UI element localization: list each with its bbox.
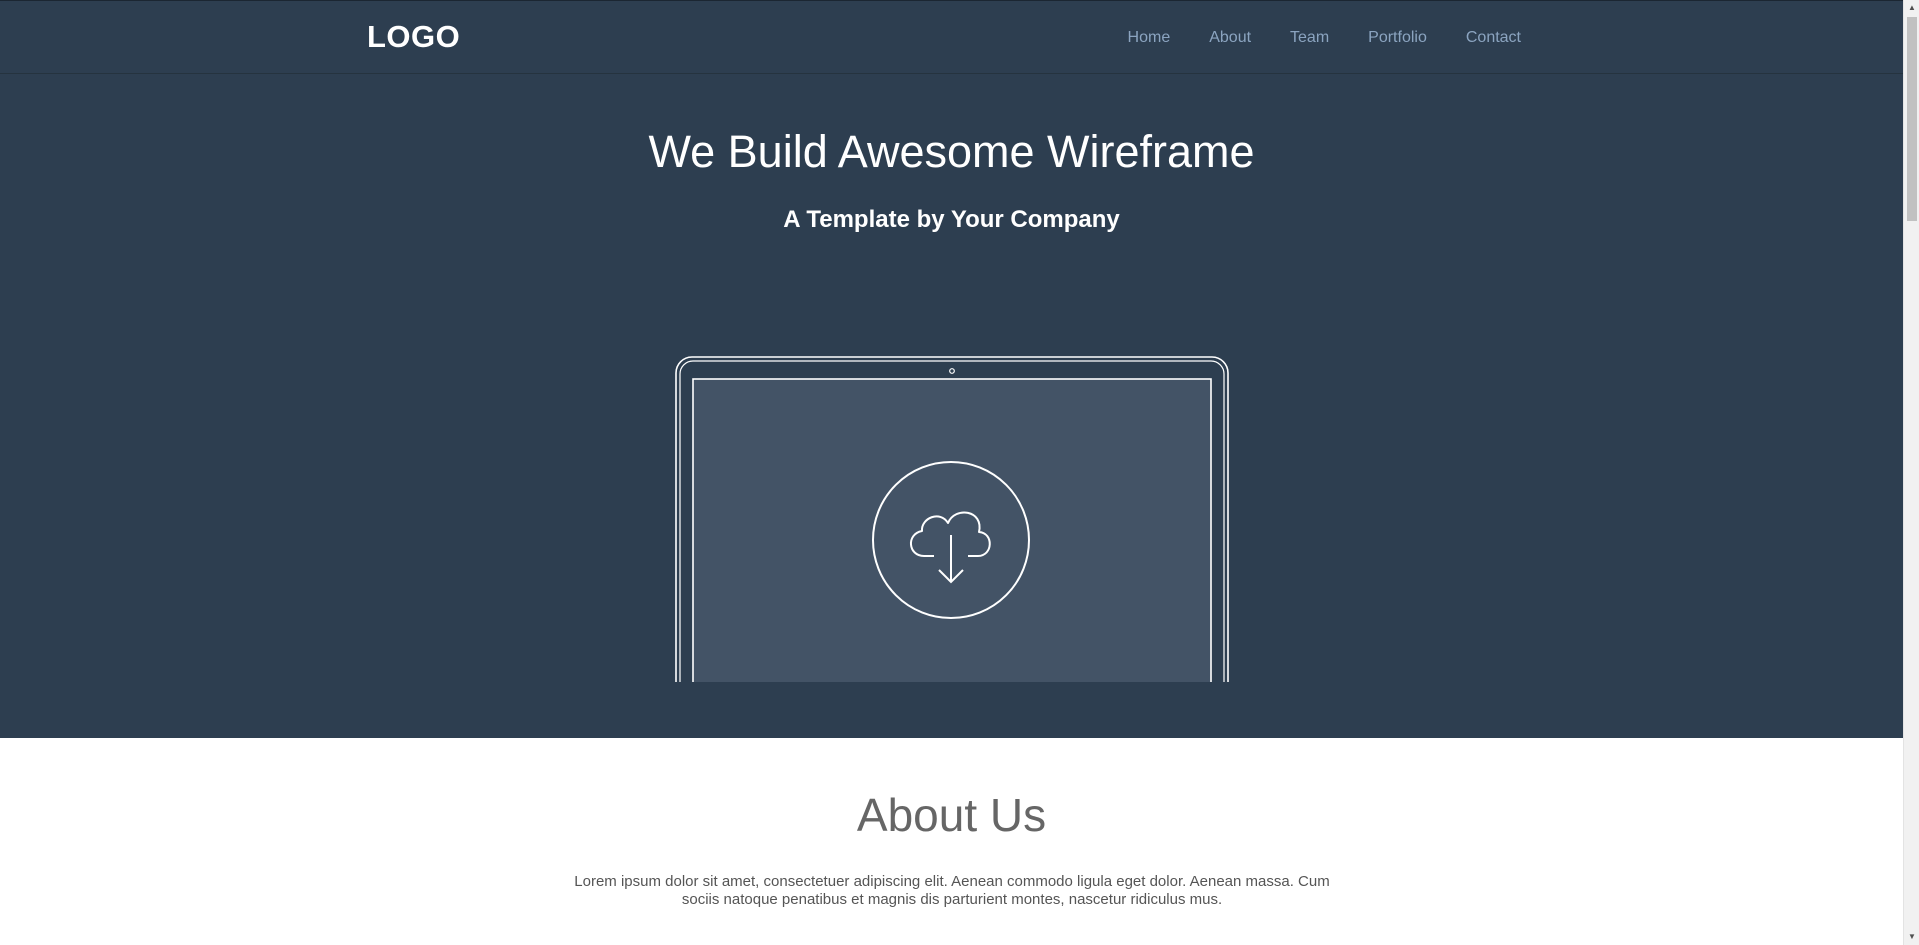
laptop-screen (692, 378, 1212, 682)
nav-link-portfolio[interactable]: Portfolio (1368, 29, 1427, 47)
nav-link-team[interactable]: Team (1290, 29, 1329, 47)
about-section: About Us Lorem ipsum dolor sit amet, con… (0, 738, 1903, 945)
main-nav: Home About Team Portfolio Contact (1089, 29, 1521, 47)
navbar: LOGO Home About Team Portfolio Contact (0, 0, 1903, 74)
camera-icon (949, 368, 955, 374)
about-text: Lorem ipsum dolor sit amet, consectetuer… (574, 873, 1330, 908)
nav-link-contact[interactable]: Contact (1466, 29, 1521, 47)
page: LOGO Home About Team Portfolio Contact W… (0, 0, 1903, 945)
laptop-illustration (675, 356, 1229, 682)
about-title: About Us (856, 789, 1047, 841)
scroll-down-arrow-icon[interactable]: ▼ (1904, 929, 1919, 945)
vertical-scrollbar[interactable]: ▲ ▼ (1903, 0, 1919, 945)
hero-title: We Build Awesome Wireframe (648, 126, 1255, 177)
logo[interactable]: LOGO (367, 19, 460, 55)
scrollbar-thumb[interactable] (1907, 17, 1917, 221)
scroll-up-arrow-icon[interactable]: ▲ (1904, 0, 1919, 16)
nav-link-home[interactable]: Home (1128, 29, 1171, 47)
hero-section: We Build Awesome Wireframe A Template by… (0, 74, 1903, 738)
hero-subtitle: A Template by Your Company (783, 206, 1120, 233)
nav-link-about[interactable]: About (1209, 29, 1251, 47)
